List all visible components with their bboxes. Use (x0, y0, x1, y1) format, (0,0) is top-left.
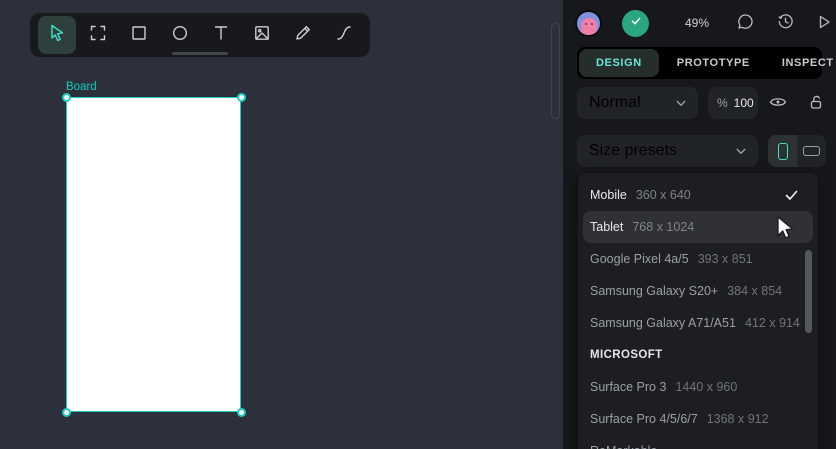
size-presets-select[interactable]: Size presets (577, 135, 758, 167)
board-artboard[interactable] (66, 97, 241, 412)
blend-mode-value: Normal (589, 94, 641, 111)
check-icon (629, 14, 643, 33)
tool-image-button[interactable] (243, 16, 281, 54)
toolbar-drag-handle[interactable] (172, 52, 228, 55)
chevron-down-icon (676, 94, 686, 112)
tool-ellipse-button[interactable] (161, 16, 199, 54)
board-frame-icon (89, 24, 107, 47)
preset-item-mobile[interactable]: Mobile 360 x 640 (578, 179, 818, 211)
canvas-workspace[interactable]: Board (0, 0, 563, 449)
tools-toolbar (30, 13, 370, 57)
eye-icon (768, 92, 788, 117)
preset-item-remarkable-partial[interactable]: ReMarkable (578, 435, 818, 449)
selected-check-icon (785, 190, 798, 201)
tool-text-button[interactable] (202, 16, 240, 54)
visibility-toggle-button[interactable] (766, 92, 790, 116)
panel-header: 49% (563, 0, 836, 47)
preset-item-tablet[interactable]: Tablet 768 x 1024 (583, 211, 813, 243)
tool-pencil-button[interactable] (284, 16, 322, 54)
saved-check-button[interactable] (622, 10, 649, 37)
cursor-arrow-icon (48, 24, 66, 47)
tool-rectangle-button[interactable] (120, 16, 158, 54)
history-clock-icon (776, 12, 795, 36)
comments-button[interactable] (734, 13, 756, 35)
canvas-vertical-scrollbar[interactable] (551, 23, 560, 119)
unlock-open-icon (807, 93, 825, 116)
preset-item-galaxy-s20[interactable]: Samsung Galaxy S20+ 384 x 854 (578, 275, 818, 307)
preset-item-galaxy-a71[interactable]: Samsung Galaxy A71/A51 412 x 914 (578, 307, 818, 339)
tab-design[interactable]: DESIGN (579, 49, 659, 77)
avatar-eye-dot (585, 23, 587, 25)
zoom-level[interactable]: 49% (685, 0, 709, 47)
orientation-toggle-group (768, 135, 826, 167)
chevron-down-icon (736, 142, 746, 160)
selection-handle-bottom-left[interactable] (62, 408, 71, 417)
history-button[interactable] (774, 13, 796, 35)
dropdown-scrollbar-thumb[interactable] (805, 250, 812, 333)
user-avatar[interactable] (575, 10, 602, 37)
panel-tabbar: DESIGN PROTOTYPE INSPECT (577, 47, 833, 79)
opacity-input[interactable]: % 100 (708, 87, 758, 119)
tab-prototype[interactable]: PROTOTYPE (661, 49, 766, 77)
orientation-landscape-button[interactable] (797, 135, 826, 167)
tool-path-button[interactable] (325, 16, 363, 54)
play-triangle-icon (815, 13, 833, 36)
tab-inspect[interactable]: INSPECT (766, 49, 836, 77)
chat-bubble-icon (736, 12, 755, 36)
size-presets-label: Size presets (589, 142, 678, 159)
orientation-portrait-button[interactable] (768, 135, 797, 167)
present-play-button[interactable] (813, 13, 835, 35)
opacity-value: 100 (733, 96, 754, 110)
pencil-icon (294, 24, 312, 47)
selection-handle-top-left[interactable] (62, 93, 71, 102)
selection-handle-bottom-right[interactable] (237, 408, 246, 417)
blend-mode-select[interactable]: Normal (577, 87, 698, 119)
curve-path-icon (335, 24, 353, 47)
image-icon (253, 24, 271, 47)
ellipse-icon (171, 24, 189, 47)
percent-symbol: % (717, 96, 728, 110)
tool-board-button[interactable] (79, 16, 117, 54)
selection-handle-top-right[interactable] (237, 93, 246, 102)
size-preset-dropdown-menu: Mobile 360 x 640 Tablet 768 x 1024 Googl… (578, 173, 818, 449)
text-icon (212, 24, 230, 47)
rectangle-icon (130, 24, 148, 47)
portrait-phone-icon (777, 142, 788, 160)
avatar-eye-dot (591, 23, 593, 25)
board-name-label[interactable]: Board (66, 81, 97, 93)
preset-item-surface-pro-4567[interactable]: Surface Pro 4/5/6/7 1368 x 912 (578, 403, 818, 435)
landscape-phone-icon (803, 146, 820, 156)
preset-item-google-pixel[interactable]: Google Pixel 4a/5 393 x 851 (578, 243, 818, 275)
preset-item-surface-pro-3[interactable]: Surface Pro 3 1440 x 960 (578, 371, 818, 403)
tool-select-button[interactable] (37, 16, 76, 54)
right-sidebar: 49% DESIGN PROTOTYPE INSPECT Normal % 10… (563, 0, 836, 449)
preset-section-header-microsoft: MICROSOFT (590, 349, 663, 361)
lock-toggle-button[interactable] (804, 92, 828, 116)
avatar-illustration (581, 18, 597, 35)
